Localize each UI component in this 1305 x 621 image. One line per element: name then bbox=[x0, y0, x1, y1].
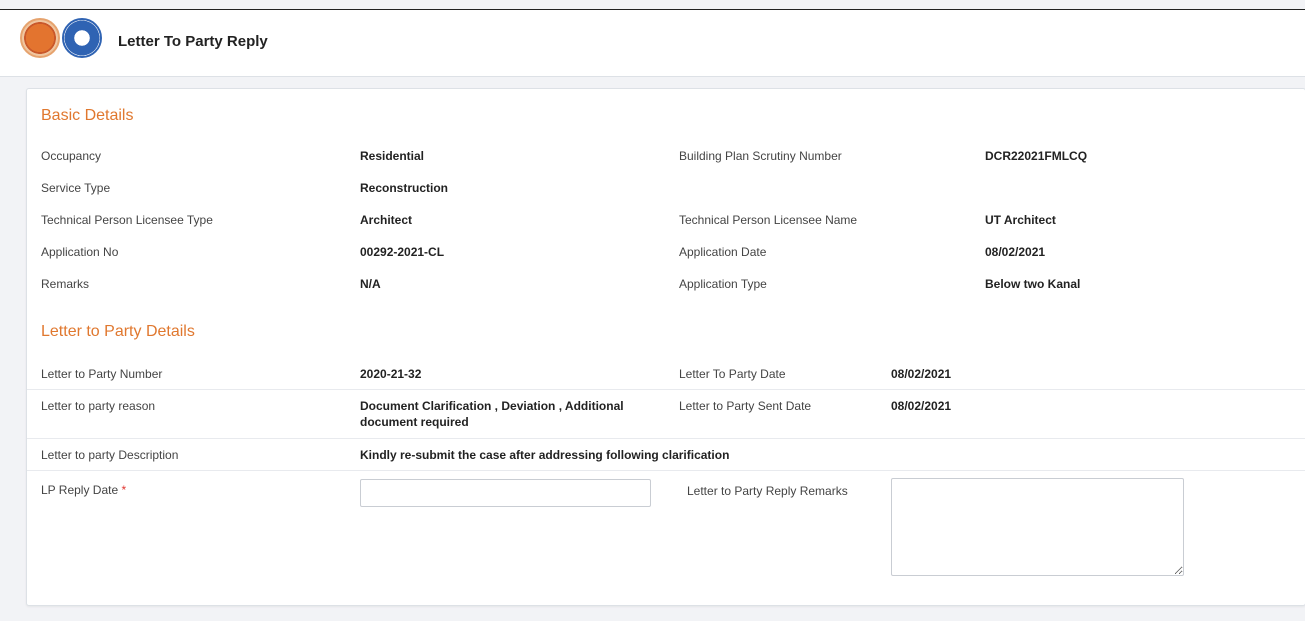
ltp-date-label: Letter To Party Date bbox=[679, 367, 786, 381]
page-title: Letter To Party Reply bbox=[118, 33, 268, 50]
reply-remarks-label: Letter to Party Reply Remarks bbox=[687, 484, 848, 498]
row-divider bbox=[27, 470, 1305, 471]
application-no-label: Application No bbox=[41, 245, 119, 259]
ltp-reason-value-line1: Document Clarification , Deviation , Add… bbox=[360, 399, 624, 413]
ltp-number-value: 2020-21-32 bbox=[360, 367, 422, 381]
bps-number-label: Building Plan Scrutiny Number bbox=[679, 149, 842, 163]
ltp-description-value: Kindly re-submit the case after addressi… bbox=[360, 448, 730, 462]
municipal-corporation-logo-icon bbox=[62, 18, 102, 58]
emblem-logo-icon bbox=[20, 18, 60, 58]
bps-number-value: DCR22021FMLCQ bbox=[985, 149, 1088, 163]
ltp-sent-date-value: 08/02/2021 bbox=[891, 399, 952, 413]
ltp-date-value: 08/02/2021 bbox=[891, 367, 952, 381]
row-divider bbox=[27, 438, 1305, 439]
ltp-sent-date-label: Letter to Party Sent Date bbox=[679, 399, 812, 413]
required-marker: * bbox=[121, 483, 127, 497]
application-date-label: Application Date bbox=[679, 245, 767, 259]
ltp-description-label: Letter to party Description bbox=[41, 448, 179, 462]
tp-licensee-type-value: Architect bbox=[360, 213, 413, 227]
ltp-number-label: Letter to Party Number bbox=[41, 367, 163, 381]
application-type-label: Application Type bbox=[679, 277, 767, 291]
occupancy-value: Residential bbox=[360, 149, 425, 163]
tp-licensee-type-label: Technical Person Licensee Type bbox=[41, 213, 213, 227]
application-no-value: 00292-2021-CL bbox=[360, 245, 445, 259]
page-header: Letter To Party Reply bbox=[0, 10, 1305, 77]
remarks-value: N/A bbox=[360, 277, 381, 291]
remarks-label: Remarks bbox=[41, 277, 90, 291]
row-divider bbox=[27, 389, 1305, 390]
ltp-details-title: Letter to Party Details bbox=[41, 323, 195, 340]
application-type-value: Below two Kanal bbox=[985, 277, 1081, 291]
tp-licensee-name-label: Technical Person Licensee Name bbox=[679, 213, 858, 227]
ltp-reason-label: Letter to party reason bbox=[41, 399, 156, 413]
details-card: Basic Details Occupancy Residential Buil… bbox=[26, 88, 1305, 606]
service-type-value: Reconstruction bbox=[360, 181, 449, 195]
lp-reply-date-input[interactable] bbox=[360, 479, 651, 507]
reply-remarks-textarea[interactable] bbox=[891, 478, 1184, 576]
application-date-value: 08/02/2021 bbox=[985, 245, 1046, 259]
occupancy-label: Occupancy bbox=[41, 149, 102, 163]
ltp-reason-value-line2: document required bbox=[360, 415, 469, 429]
lp-reply-date-label-text: LP Reply Date bbox=[41, 483, 119, 497]
tp-licensee-name-value: UT Architect bbox=[985, 213, 1056, 227]
service-type-label: Service Type bbox=[41, 181, 111, 195]
lp-reply-date-label: LP Reply Date * bbox=[41, 482, 126, 498]
basic-details-title: Basic Details bbox=[41, 107, 134, 124]
